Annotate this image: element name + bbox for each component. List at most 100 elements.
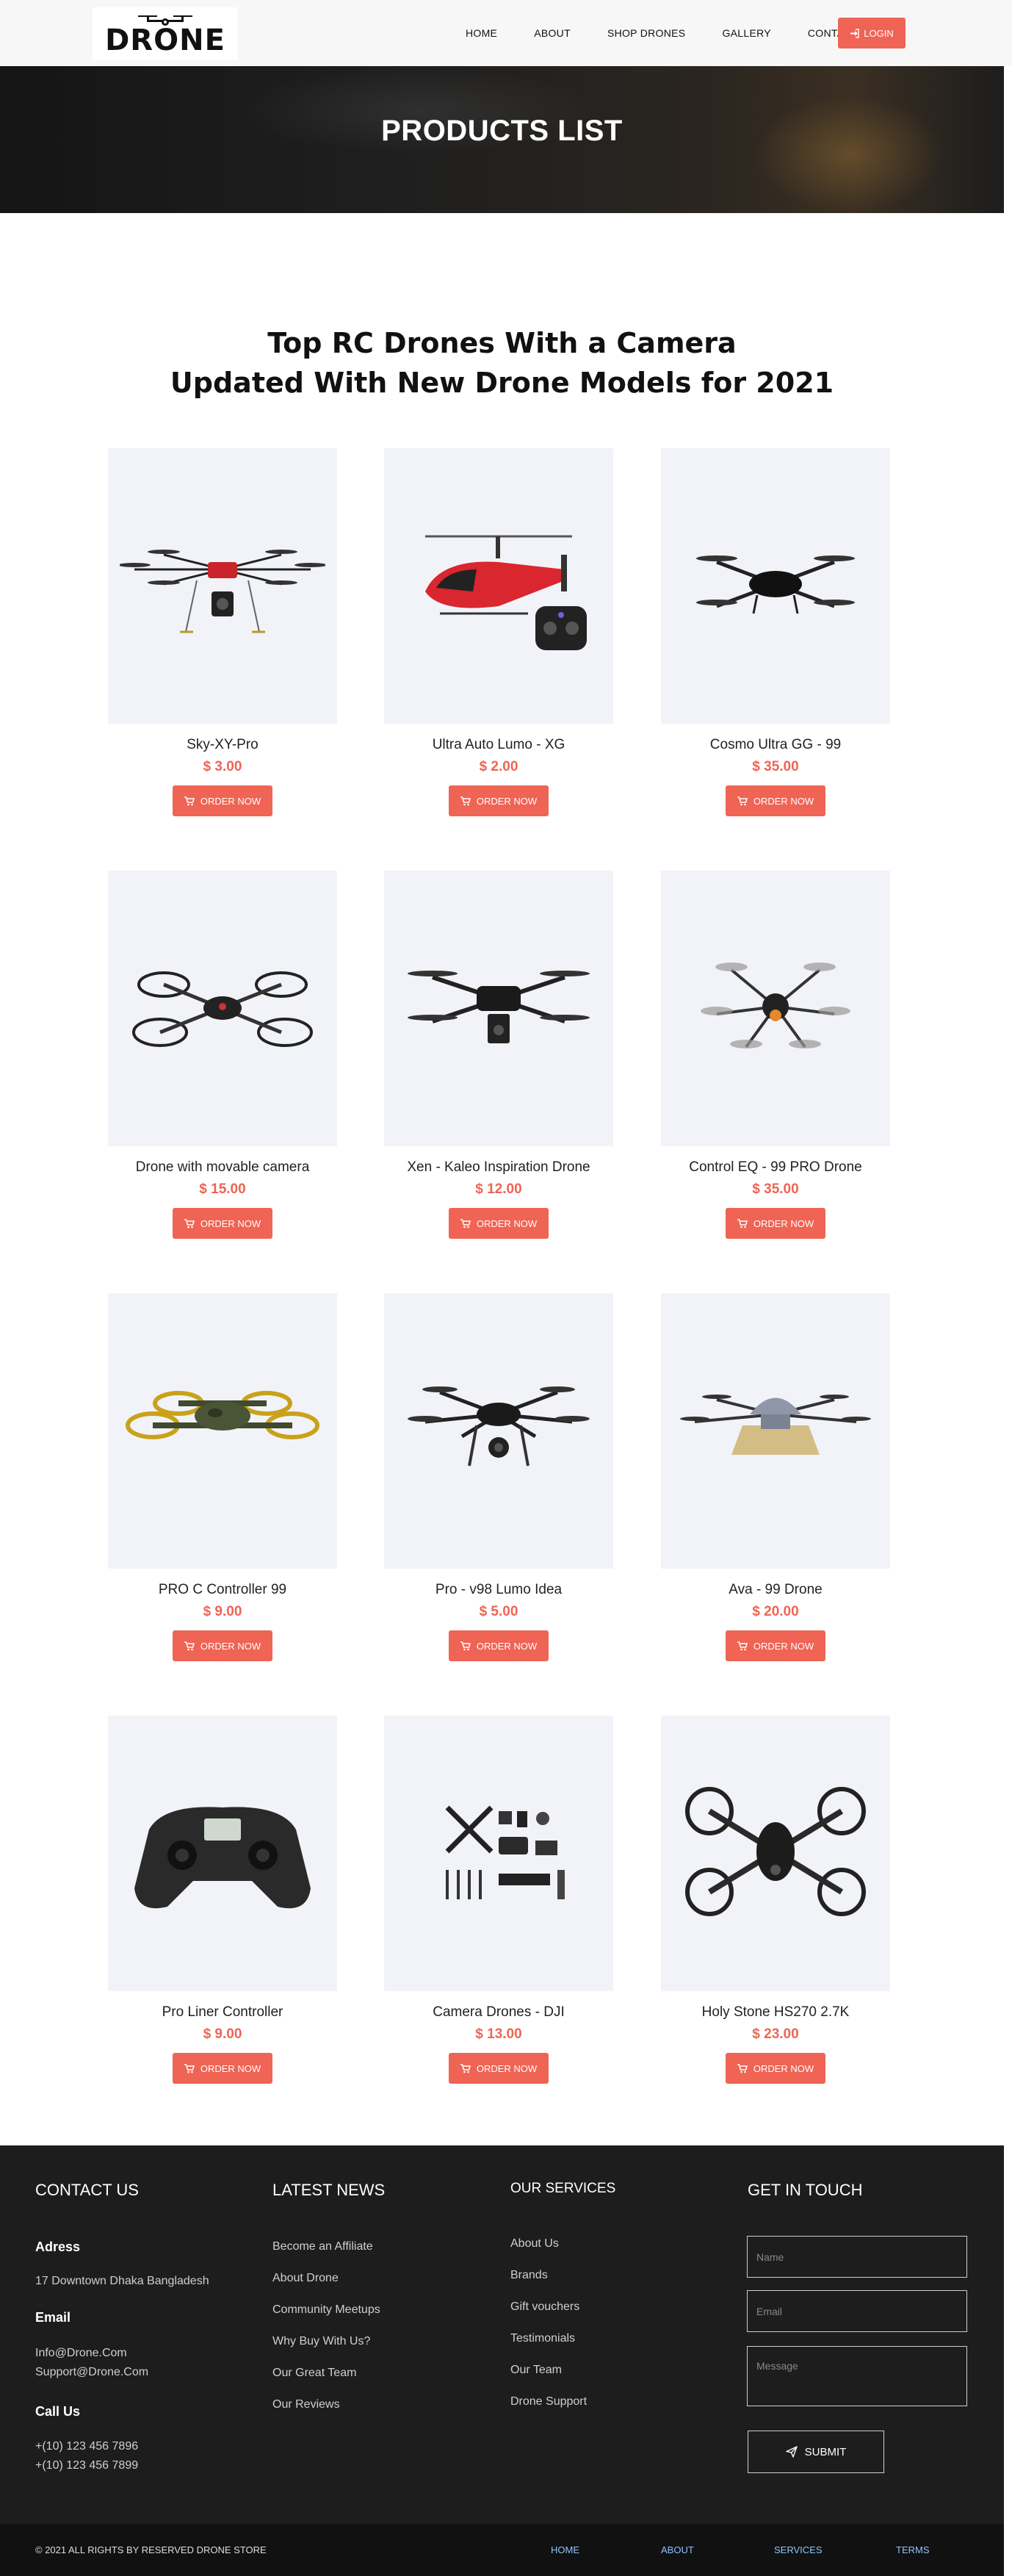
order-now-label: ORDER NOW xyxy=(753,795,814,807)
order-now-button[interactable]: ORDER NOW xyxy=(449,1630,549,1661)
bottom-link-services[interactable]: SERVICES xyxy=(774,2544,823,2555)
copyright: © 2021 ALL RIGHTS BY RESERVED DRONE STOR… xyxy=(35,2544,267,2555)
product-name[interactable]: Xen - Kaleo Inspiration Drone xyxy=(384,1159,613,1176)
quadcopter-racing-icon xyxy=(673,1778,878,1929)
order-now-button[interactable]: ORDER NOW xyxy=(449,785,549,816)
product-name[interactable]: Pro Liner Controller xyxy=(108,2004,337,2021)
products-heading: Top RC Drones With a Camera Updated With… xyxy=(0,323,1004,403)
message-input[interactable]: Message xyxy=(747,2346,967,2406)
product-image[interactable] xyxy=(384,871,613,1146)
quadcopter-black-icon xyxy=(673,511,878,661)
product-image[interactable] xyxy=(108,1293,337,1569)
bottom-link-about[interactable]: ABOUT xyxy=(661,2544,694,2555)
nav-gallery[interactable]: GALLERY xyxy=(722,27,770,39)
product-name[interactable]: Control EQ - 99 PRO Drone xyxy=(661,1159,890,1176)
news-link-affiliate[interactable]: Become an Affiliate xyxy=(272,2240,373,2253)
product-name[interactable]: Holy Stone HS270 2.7K xyxy=(661,2004,890,2021)
footer-touch-title: GET IN TOUCH xyxy=(748,2181,863,2199)
product-price: $ 35.00 xyxy=(752,1181,799,1197)
product-image[interactable] xyxy=(108,1716,337,1991)
nav-shop-drones[interactable]: SHOP DRONES xyxy=(607,27,686,39)
product-image[interactable] xyxy=(384,1716,613,1991)
logo[interactable]: DRONE xyxy=(93,7,238,60)
name-input[interactable]: Name xyxy=(747,2236,967,2278)
product-price: $ 2.00 xyxy=(479,759,518,774)
news-link-team[interactable]: Our Great Team xyxy=(272,2367,356,2380)
service-link-about[interactable]: About Us xyxy=(510,2237,559,2251)
order-now-button[interactable]: ORDER NOW xyxy=(173,785,272,816)
order-now-button[interactable]: ORDER NOW xyxy=(726,2053,825,2084)
bottom-link-terms[interactable]: TERMS xyxy=(896,2544,930,2555)
bottom-link-home[interactable]: HOME xyxy=(551,2544,579,2555)
cart-icon xyxy=(184,1641,195,1650)
service-link-team[interactable]: Our Team xyxy=(510,2364,562,2377)
product-name[interactable]: Sky-XY-Pro xyxy=(108,737,337,753)
product-image[interactable] xyxy=(661,871,890,1146)
product-card: Cosmo Ultra GG - 99 $ 35.00 ORDER NOW xyxy=(661,448,890,816)
product-card: Pro Liner Controller $ 9.00 ORDER NOW xyxy=(108,1716,337,2084)
page-title: PRODUCTS LIST xyxy=(381,115,623,147)
order-now-button[interactable]: ORDER NOW xyxy=(449,2053,549,2084)
order-now-button[interactable]: ORDER NOW xyxy=(726,1208,825,1239)
order-now-label: ORDER NOW xyxy=(476,795,538,807)
product-image[interactable] xyxy=(661,448,890,724)
product-image[interactable] xyxy=(661,1716,890,1991)
nav-about[interactable]: ABOUT xyxy=(534,27,571,39)
order-now-label: ORDER NOW xyxy=(753,1640,814,1652)
nav-home[interactable]: HOME xyxy=(466,27,497,39)
product-card: Sky-XY-Pro $ 3.00 ORDER NOW xyxy=(108,448,337,816)
order-now-label: ORDER NOW xyxy=(476,1217,538,1229)
product-name[interactable]: Ultra Auto Lumo - XG xyxy=(384,737,613,753)
product-name[interactable]: Camera Drones - DJI xyxy=(384,2004,613,2021)
email-input[interactable]: Email xyxy=(747,2290,967,2332)
hexacopter-sprayer-icon xyxy=(673,1356,878,1506)
order-now-button[interactable]: ORDER NOW xyxy=(173,2053,272,2084)
news-link-reviews[interactable]: Our Reviews xyxy=(272,2398,340,2411)
cart-icon xyxy=(184,2063,195,2073)
product-name[interactable]: Pro - v98 Lumo Idea xyxy=(384,1582,613,1598)
email-info[interactable]: Info@Drone.Com xyxy=(35,2347,127,2360)
product-name[interactable]: Cosmo Ultra GG - 99 xyxy=(661,737,890,753)
service-link-support[interactable]: Drone Support xyxy=(510,2395,587,2408)
product-image[interactable] xyxy=(661,1293,890,1569)
email-support[interactable]: Support@Drone.Com xyxy=(35,2366,148,2379)
order-now-button[interactable]: ORDER NOW xyxy=(449,1208,549,1239)
logo-drone-icon xyxy=(138,15,192,26)
product-image[interactable] xyxy=(108,448,337,724)
news-link-meetups[interactable]: Community Meetups xyxy=(272,2303,380,2317)
login-button[interactable]: LOGIN xyxy=(838,18,906,48)
product-card: Pro - v98 Lumo Idea $ 5.00 ORDER NOW xyxy=(384,1293,613,1661)
product-price: $ 3.00 xyxy=(203,759,242,774)
news-link-about-drone[interactable]: About Drone xyxy=(272,2272,339,2285)
order-now-button[interactable]: ORDER NOW xyxy=(726,1630,825,1661)
product-image[interactable] xyxy=(384,448,613,724)
order-now-button[interactable]: ORDER NOW xyxy=(173,1630,272,1661)
order-now-button[interactable]: ORDER NOW xyxy=(726,785,825,816)
order-now-button[interactable]: ORDER NOW xyxy=(173,1208,272,1239)
service-link-gift[interactable]: Gift vouchers xyxy=(510,2300,579,2314)
product-card: Holy Stone HS270 2.7K $ 23.00 ORDER NOW xyxy=(661,1716,890,2084)
phone-1[interactable]: +(10) 123 456 7896 xyxy=(35,2440,138,2453)
product-image[interactable] xyxy=(384,1293,613,1569)
address-label: Adress xyxy=(35,2239,81,2254)
login-label: LOGIN xyxy=(864,27,894,39)
product-price: $ 12.00 xyxy=(475,1181,522,1197)
service-link-testimonials[interactable]: Testimonials xyxy=(510,2332,575,2345)
product-name[interactable]: Ava - 99 Drone xyxy=(661,1582,890,1598)
news-link-why-buy[interactable]: Why Buy With Us? xyxy=(272,2335,370,2348)
product-card: Ava - 99 Drone $ 20.00 ORDER NOW xyxy=(661,1293,890,1661)
phone-2[interactable]: +(10) 123 456 7899 xyxy=(35,2459,138,2472)
cart-icon xyxy=(460,796,471,805)
banner-light xyxy=(754,96,945,213)
service-link-brands[interactable]: Brands xyxy=(510,2269,548,2282)
product-price: $ 9.00 xyxy=(203,1604,242,1619)
order-now-label: ORDER NOW xyxy=(476,1640,538,1652)
product-name[interactable]: PRO C Controller 99 xyxy=(108,1582,337,1598)
order-now-label: ORDER NOW xyxy=(200,2062,261,2074)
cart-icon xyxy=(737,1641,748,1650)
quadcopter-camo-icon xyxy=(120,1356,325,1506)
submit-button[interactable]: SUBMIT xyxy=(748,2431,884,2473)
cart-icon xyxy=(737,2063,748,2073)
product-name[interactable]: Drone with movable camera xyxy=(108,1159,337,1176)
product-image[interactable] xyxy=(108,871,337,1146)
